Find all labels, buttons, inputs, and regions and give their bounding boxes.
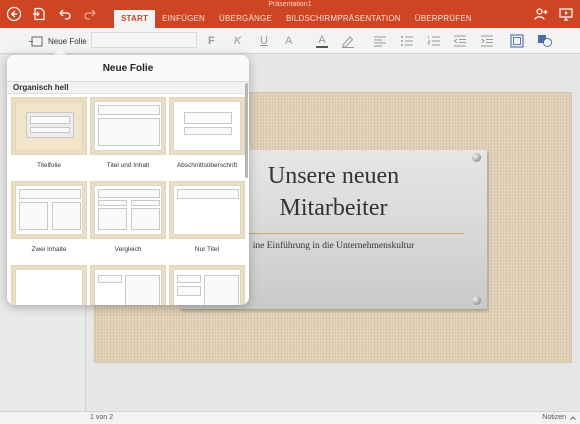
ribbon-header: Präsentation1 START EINFÜGEN ÜBERGÄNGE B… xyxy=(0,0,580,28)
layout-option-abschnittsueberschrift[interactable]: Abschnittsüberschrift xyxy=(169,97,245,169)
bold-button[interactable]: F xyxy=(208,33,215,49)
layout-thumbnail xyxy=(169,97,245,155)
font-color-swatch xyxy=(316,45,328,48)
increase-indent-icon[interactable] xyxy=(480,33,494,49)
layout-label: Abschnittsüberschrift xyxy=(176,162,238,169)
layout-thumbnail xyxy=(11,265,87,305)
slide-counter: 1 von 2 xyxy=(90,414,113,421)
layout-thumbnail xyxy=(90,265,166,305)
ribbon-tabs: START EINFÜGEN ÜBERGÄNGE BILDSCHIRMPRÄSE… xyxy=(114,10,479,28)
numbered-list-icon[interactable] xyxy=(427,33,441,49)
layout-label: Titelfolie xyxy=(37,162,61,169)
italic-button[interactable]: K xyxy=(234,33,241,49)
layout-option-nur-titel[interactable]: Nur Titel xyxy=(169,181,245,253)
decrease-indent-icon[interactable] xyxy=(453,33,467,49)
screw-icon xyxy=(472,296,481,305)
status-bar: 1 von 2 Notizen xyxy=(0,411,580,424)
layout-thumbnail xyxy=(11,97,87,155)
layout-dropdown[interactable] xyxy=(91,32,197,48)
new-slide-button[interactable]: Neue Folie xyxy=(29,32,87,50)
ribbon-toolbar: Neue Folie F K U A A xyxy=(0,28,580,54)
undo-icon[interactable] xyxy=(57,6,73,22)
highlight-icon[interactable] xyxy=(340,33,356,49)
new-slide-label: Neue Folie xyxy=(48,36,87,46)
underline-button[interactable]: U xyxy=(260,33,268,49)
layout-label: Titel und Inhalt xyxy=(106,162,150,169)
layout-label: Zwei Inhalte xyxy=(31,246,67,253)
layout-option-zwei-inhalte[interactable]: Zwei Inhalte xyxy=(11,181,87,253)
layout-thumbnail xyxy=(169,181,245,239)
layout-option-titel-und-inhalt[interactable]: Titel und Inhalt xyxy=(90,97,166,169)
tab-ueberpruefen[interactable]: ÜBERPRÜFEN xyxy=(408,10,479,28)
notes-button[interactable]: Notizen xyxy=(542,414,566,421)
popover-title: Neue Folie xyxy=(7,55,249,82)
shapes-icon[interactable] xyxy=(537,33,553,49)
layout-option-titelfolie[interactable]: Titelfolie xyxy=(11,97,87,169)
layout-label: Vergleich xyxy=(114,246,142,253)
tab-einfuegen[interactable]: EINFÜGEN xyxy=(155,10,212,28)
scrollbar[interactable] xyxy=(245,83,248,178)
layout-thumbnail xyxy=(90,181,166,239)
new-slide-icon xyxy=(29,36,43,46)
layout-thumbnail xyxy=(11,181,87,239)
bullet-list-icon[interactable] xyxy=(400,33,414,49)
font-size-button[interactable]: A xyxy=(285,33,292,49)
file-menu-icon[interactable] xyxy=(31,6,47,22)
tab-start[interactable]: START xyxy=(114,10,156,28)
tab-bildschirmpraesentation[interactable]: BILDSCHIRMPRÄSENTATION xyxy=(279,10,408,28)
layout-option-bild-mit-beschriftung[interactable] xyxy=(169,265,245,305)
theme-section-header: Organisch hell xyxy=(7,82,249,94)
redo-icon[interactable] xyxy=(82,6,98,22)
layout-thumbnail xyxy=(169,265,245,305)
layout-thumbnail xyxy=(90,97,166,155)
layout-option-inhalt-mit-beschriftung[interactable] xyxy=(90,265,166,305)
align-left-icon[interactable] xyxy=(373,33,387,49)
layout-label: Nur Titel xyxy=(194,246,220,253)
layout-option-vergleich[interactable]: Vergleich xyxy=(90,181,166,253)
tab-uebergaenge[interactable]: ÜBERGÄNGE xyxy=(212,10,279,28)
new-slide-popover: Neue Folie Organisch hell Titelfolie Tit… xyxy=(7,55,249,305)
text-box-icon[interactable] xyxy=(510,33,524,49)
chevron-up-icon xyxy=(570,416,576,420)
present-icon[interactable] xyxy=(558,6,574,22)
font-color-button[interactable]: A xyxy=(314,33,330,49)
powerpoint-app: Präsentation1 START EINFÜGEN ÜBERGÄNGE B… xyxy=(0,0,580,424)
back-icon[interactable] xyxy=(6,6,22,22)
layout-option-leer[interactable] xyxy=(11,265,87,305)
share-person-icon[interactable] xyxy=(533,6,549,22)
